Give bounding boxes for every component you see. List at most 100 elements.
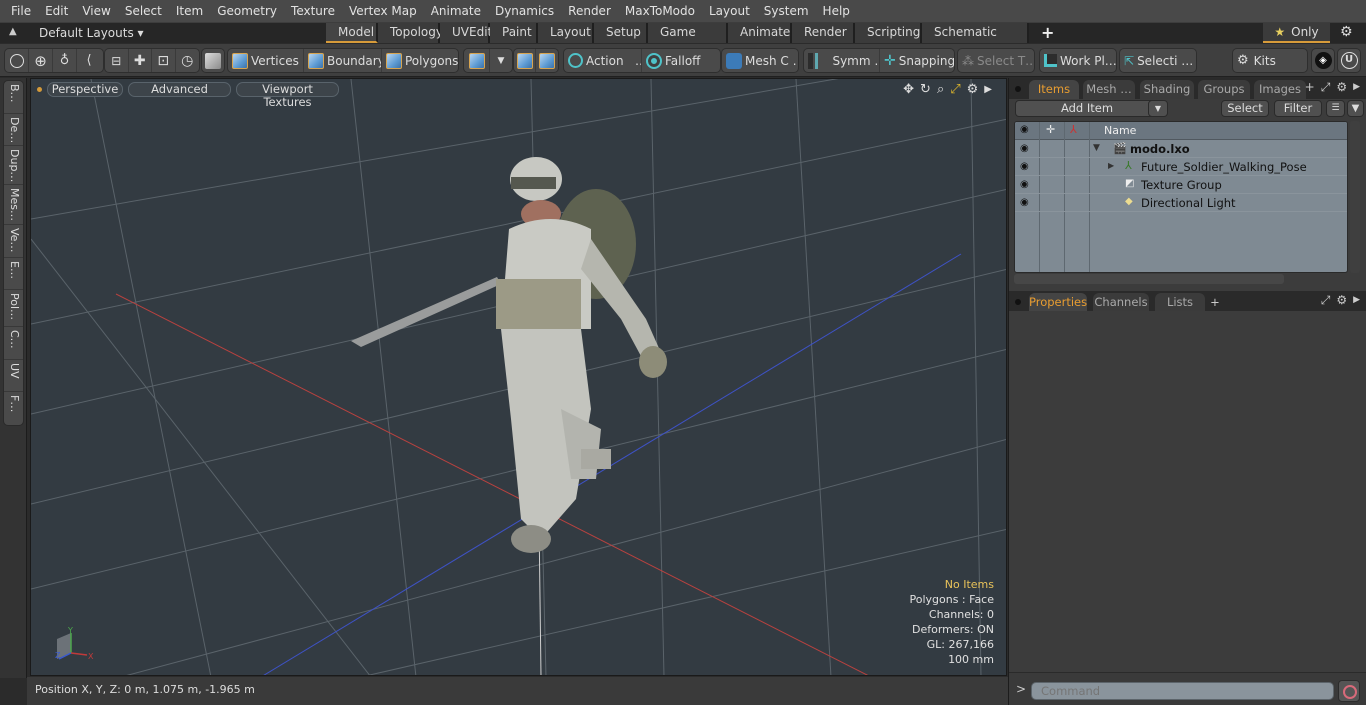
material-dropdown-button[interactable]: ▼ <box>490 49 512 72</box>
eye-icon[interactable]: ◉ <box>1020 143 1029 154</box>
pivot-button-2[interactable] <box>536 49 558 72</box>
maximize-panel-icon[interactable]: ⤢ <box>1321 293 1331 308</box>
tab-scripting[interactable]: Scripting <box>855 23 922 43</box>
viewport-textures-dropdown[interactable]: Viewport Textures <box>236 82 339 109</box>
collapse-up-icon[interactable]: ▲ <box>9 26 21 40</box>
menu-edit[interactable]: Edit <box>38 0 75 22</box>
menu-item[interactable]: Item <box>169 0 210 22</box>
panel-menu-dot[interactable] <box>1015 86 1021 92</box>
work-plane-button[interactable]: Work Pl… <box>1039 48 1117 73</box>
path-button[interactable]: ⟨ <box>77 49 101 72</box>
panel-gear-icon[interactable]: ⚙ <box>1336 80 1347 95</box>
vtab-polygon[interactable]: Pol… <box>4 290 23 327</box>
menu-dynamics[interactable]: Dynamics <box>488 0 561 22</box>
add-item-dropdown[interactable]: ▼ <box>1148 100 1168 117</box>
select-button[interactable]: Select <box>1221 100 1269 117</box>
pen-button[interactable]: ♁ <box>53 49 77 72</box>
selection-sets-button[interactable]: ⇱ Selecti … <box>1119 48 1197 73</box>
menu-maxtomodo[interactable]: MaxToModo <box>618 0 702 22</box>
default-layouts-dropdown[interactable]: Default Layouts ▾ <box>39 23 144 43</box>
action-center-button[interactable]: Action … <box>564 49 642 72</box>
eye-icon[interactable]: ◉ <box>1020 161 1029 172</box>
expand-triangle-icon[interactable]: ▼ <box>1093 143 1100 153</box>
circle-select-button[interactable] <box>5 49 29 72</box>
vertices-button[interactable]: Vertices <box>228 49 304 72</box>
tab-properties[interactable]: Properties <box>1029 293 1087 312</box>
maximize-icon[interactable]: ⤢ <box>950 82 960 98</box>
tab-groups[interactable]: Groups <box>1198 80 1250 99</box>
menu-select[interactable]: Select <box>118 0 169 22</box>
viewport-gear-icon[interactable]: ⚙ <box>967 82 979 98</box>
tab-channels[interactable]: Channels <box>1093 293 1149 312</box>
select-through-button[interactable]: ⁂ Select T… <box>957 48 1035 73</box>
menu-layout[interactable]: Layout <box>702 0 757 22</box>
pivot-button-1[interactable] <box>514 49 537 72</box>
item-row-texture-group[interactable]: ◉ ◩ Texture Group <box>1015 176 1347 194</box>
vtab-duplicate[interactable]: Dup… <box>4 146 23 185</box>
menu-file[interactable]: File <box>4 0 38 22</box>
boundary-button[interactable]: Boundary <box>304 49 382 72</box>
menu-render[interactable]: Render <box>561 0 618 22</box>
menu-texture[interactable]: Texture <box>284 0 342 22</box>
funnel-button[interactable]: ▼ <box>1347 100 1364 117</box>
tab-model[interactable]: Model <box>326 23 378 43</box>
clock-button[interactable]: ◷ <box>176 49 199 72</box>
command-input[interactable] <box>1031 682 1334 700</box>
tab-animate[interactable]: Animate <box>728 23 792 43</box>
record-macro-button[interactable] <box>1338 680 1360 702</box>
viewport-menu-dot[interactable] <box>37 87 42 92</box>
snapping-button[interactable]: ✛ Snapping <box>880 49 954 72</box>
maximize-panel-icon[interactable]: ⤢ <box>1321 80 1331 95</box>
only-toggle-button[interactable]: ★ Only <box>1263 23 1330 43</box>
globe-button[interactable]: ⊕ <box>29 49 53 72</box>
panel-menu-dot[interactable] <box>1015 299 1021 305</box>
collapse-triangle-icon[interactable]: ▶ <box>1108 161 1114 170</box>
menu-help[interactable]: Help <box>816 0 857 22</box>
unreal-button[interactable]: U <box>1337 48 1361 73</box>
rotate-view-icon[interactable]: ↻ <box>920 82 931 98</box>
items-scrollbar-vertical[interactable] <box>1350 121 1360 273</box>
shading-advanced-dropdown[interactable]: Advanced <box>128 82 231 97</box>
add-item-button[interactable]: Add Item <box>1015 100 1159 117</box>
tab-shading[interactable]: Shading <box>1140 80 1194 99</box>
zoom-view-icon[interactable]: ⌕ <box>937 82 944 98</box>
item-mode-button[interactable] <box>201 48 225 73</box>
menu-vertex-map[interactable]: Vertex Map <box>342 0 424 22</box>
align-button[interactable]: ⊟ <box>105 49 129 72</box>
add-layout-tab-button[interactable]: + <box>1029 23 1054 43</box>
item-row-light[interactable]: ◉ ◆ Directional Light <box>1015 194 1347 212</box>
name-column-header[interactable]: Name <box>1104 124 1136 137</box>
expand-arrow-icon[interactable]: ▶ <box>984 82 992 98</box>
list-options-button[interactable]: ☰ <box>1326 100 1345 117</box>
visibility-column-icon[interactable]: ◉ <box>1020 124 1029 135</box>
lock-column-icon[interactable]: ✛ <box>1046 123 1055 136</box>
tab-render[interactable]: Render <box>792 23 855 43</box>
eye-icon[interactable]: ◉ <box>1020 197 1029 208</box>
symmetry-button[interactable]: Symm … <box>804 49 880 72</box>
filter-button[interactable]: Filter <box>1274 100 1322 117</box>
unity-button[interactable]: ◈ <box>1311 48 1335 73</box>
menu-view[interactable]: View <box>75 0 117 22</box>
item-row-scene[interactable]: ◉ ▼ 🎬 modo.lxo <box>1015 140 1347 158</box>
mesh-constraint-button[interactable]: Mesh C … <box>721 48 799 73</box>
menu-system[interactable]: System <box>757 0 816 22</box>
panel-arrow-icon[interactable]: ▶ <box>1353 293 1360 308</box>
vtab-vertex[interactable]: Ve… <box>4 225 23 258</box>
tab-uvedit[interactable]: UVEdit <box>440 23 492 43</box>
vtab-uv[interactable]: UV <box>4 360 23 392</box>
vtab-basic[interactable]: B… <box>4 81 23 114</box>
cross-button[interactable]: ✚ <box>129 49 153 72</box>
panel-gear-icon[interactable]: ⚙ <box>1336 293 1347 308</box>
kits-button[interactable]: ⚙ Kits <box>1232 48 1308 73</box>
vtab-mesh-edit[interactable]: Mes… <box>4 185 23 225</box>
vtab-fusion[interactable]: F… <box>4 392 23 425</box>
3d-viewport[interactable]: Perspective Advanced Viewport Textures ✥… <box>30 78 1007 676</box>
panel-arrow-icon[interactable]: ▶ <box>1353 80 1360 95</box>
vtab-deform[interactable]: De… <box>4 114 23 146</box>
tab-topology[interactable]: Topology <box>378 23 443 43</box>
perspective-dropdown[interactable]: Perspective <box>47 82 123 97</box>
item-row-mesh[interactable]: ◉ ▶ ⅄ Future_Soldier_Walking_Pose <box>1015 158 1347 176</box>
vtab-edge[interactable]: E… <box>4 258 23 290</box>
items-scrollbar-horizontal[interactable] <box>1014 274 1284 284</box>
eye-icon[interactable]: ◉ <box>1020 179 1029 190</box>
